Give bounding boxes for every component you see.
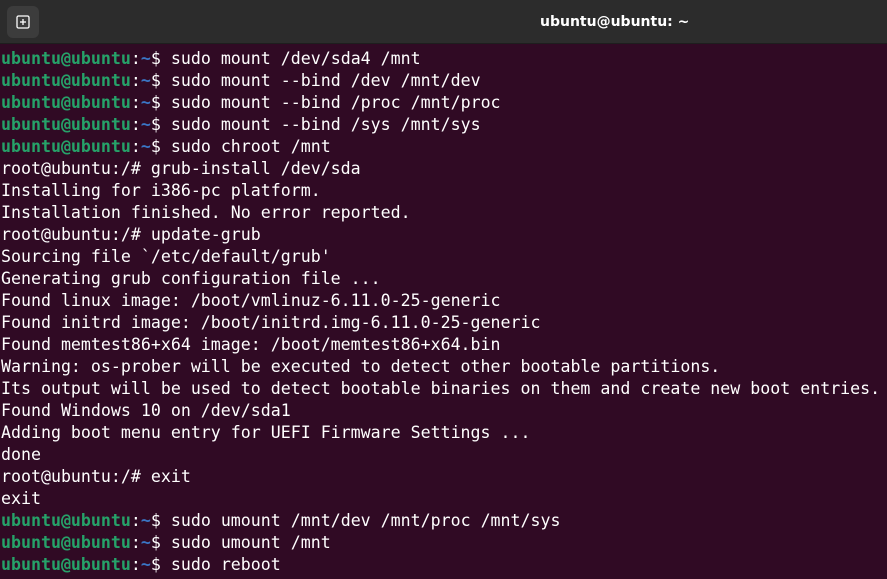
output-text: Found initrd image: /boot/initrd.img-6.1… <box>1 313 541 332</box>
output-text: Installing for i386-pc platform. <box>1 181 321 200</box>
prompt-colon: : <box>130 71 141 90</box>
terminal-line: exit <box>1 488 887 510</box>
prompt-symbol: $ <box>150 555 161 574</box>
output-text: root@ubuntu:/# exit <box>1 467 191 486</box>
command-text: sudo mount --bind /sys /mnt/sys <box>160 115 481 134</box>
terminal-line: Found Windows 10 on /dev/sda1 <box>1 400 887 422</box>
prompt-user: ubuntu@ubuntu <box>1 49 131 68</box>
prompt-symbol: $ <box>150 71 161 90</box>
prompt-colon: : <box>130 555 141 574</box>
output-text: Found Windows 10 on /dev/sda1 <box>1 401 291 420</box>
command-text: sudo mount /dev/sda4 /mnt <box>160 49 421 68</box>
output-text: Installation finished. No error reported… <box>1 203 411 222</box>
prompt-symbol: $ <box>150 533 161 552</box>
prompt-colon: : <box>130 533 141 552</box>
output-text: Found linux image: /boot/vmlinuz-6.11.0-… <box>1 291 501 310</box>
terminal-line: ubuntu@ubuntu:~$ sudo mount /dev/sda4 /m… <box>1 48 887 70</box>
prompt-user: ubuntu@ubuntu <box>1 511 131 530</box>
terminal-line: Found linux image: /boot/vmlinuz-6.11.0-… <box>1 290 887 312</box>
terminal-output[interactable]: ubuntu@ubuntu:~$ sudo mount /dev/sda4 /m… <box>0 44 887 579</box>
command-text: sudo umount /mnt <box>160 533 331 552</box>
terminal-line: Found memtest86+x64 image: /boot/memtest… <box>1 334 887 356</box>
prompt-colon: : <box>130 137 141 156</box>
prompt-symbol: $ <box>150 511 161 530</box>
terminal-line: ubuntu@ubuntu:~$ sudo umount /mnt <box>1 532 887 554</box>
output-text: Sourcing file `/etc/default/grub' <box>1 247 331 266</box>
output-text: done <box>1 445 41 464</box>
prompt-user: ubuntu@ubuntu <box>1 555 131 574</box>
terminal-line: Its output will be used to detect bootab… <box>1 378 887 400</box>
prompt-path: ~ <box>140 71 151 90</box>
command-text: sudo chroot /mnt <box>160 137 331 156</box>
terminal-line: root@ubuntu:/# update-grub <box>1 224 887 246</box>
prompt-path: ~ <box>140 511 151 530</box>
prompt-symbol: $ <box>150 49 161 68</box>
output-text: Found memtest86+x64 image: /boot/memtest… <box>1 335 501 354</box>
command-text: sudo mount --bind /dev /mnt/dev <box>160 71 481 90</box>
prompt-user: ubuntu@ubuntu <box>1 137 131 156</box>
terminal-line: ubuntu@ubuntu:~$ sudo mount --bind /dev … <box>1 70 887 92</box>
prompt-path: ~ <box>140 115 151 134</box>
terminal-line: Installation finished. No error reported… <box>1 202 887 224</box>
command-text: sudo reboot <box>160 555 281 574</box>
command-text: sudo umount /mnt/dev /mnt/proc /mnt/sys <box>160 511 561 530</box>
terminal-line: root@ubuntu:/# exit <box>1 466 887 488</box>
prompt-colon: : <box>130 93 141 112</box>
title-bar: ubuntu@ubuntu: ~ <box>0 0 887 44</box>
prompt-colon: : <box>130 115 141 134</box>
terminal-line: Sourcing file `/etc/default/grub' <box>1 246 887 268</box>
prompt-colon: : <box>130 511 141 530</box>
terminal-line: Installing for i386-pc platform. <box>1 180 887 202</box>
prompt-symbol: $ <box>150 115 161 134</box>
output-text: root@ubuntu:/# grub-install /dev/sda <box>1 159 361 178</box>
terminal-line: root@ubuntu:/# grub-install /dev/sda <box>1 158 887 180</box>
prompt-path: ~ <box>140 49 151 68</box>
output-text: Generating grub configuration file ... <box>1 269 381 288</box>
prompt-symbol: $ <box>150 93 161 112</box>
terminal-line: ubuntu@ubuntu:~$ sudo mount --bind /proc… <box>1 92 887 114</box>
prompt-path: ~ <box>140 137 151 156</box>
prompt-path: ~ <box>140 533 151 552</box>
terminal-line: Generating grub configuration file ... <box>1 268 887 290</box>
terminal-line: Warning: os-prober will be executed to d… <box>1 356 887 378</box>
prompt-user: ubuntu@ubuntu <box>1 71 131 90</box>
prompt-symbol: $ <box>150 137 161 156</box>
output-text: Warning: os-prober will be executed to d… <box>1 357 721 376</box>
terminal-line: Adding boot menu entry for UEFI Firmware… <box>1 422 887 444</box>
output-text: root@ubuntu:/# update-grub <box>1 225 261 244</box>
terminal-line: ubuntu@ubuntu:~$ sudo chroot /mnt <box>1 136 887 158</box>
terminal-window: ubuntu@ubuntu: ~ ubuntu@ubuntu:~$ sudo m… <box>0 0 887 579</box>
output-text: Its output will be used to detect bootab… <box>1 379 881 398</box>
prompt-colon: : <box>130 49 141 68</box>
terminal-line: done <box>1 444 887 466</box>
prompt-path: ~ <box>140 555 151 574</box>
terminal-line: ubuntu@ubuntu:~$ sudo mount --bind /sys … <box>1 114 887 136</box>
prompt-user: ubuntu@ubuntu <box>1 533 131 552</box>
window-title: ubuntu@ubuntu: ~ <box>540 14 690 30</box>
prompt-path: ~ <box>140 93 151 112</box>
terminal-line: ubuntu@ubuntu:~$ sudo umount /mnt/dev /m… <box>1 510 887 532</box>
terminal-line: ubuntu@ubuntu:~$ sudo reboot <box>1 554 887 576</box>
output-text: exit <box>1 489 41 508</box>
prompt-user: ubuntu@ubuntu <box>1 115 131 134</box>
command-text: sudo mount --bind /proc /mnt/proc <box>160 93 501 112</box>
output-text: Adding boot menu entry for UEFI Firmware… <box>1 423 531 442</box>
prompt-user: ubuntu@ubuntu <box>1 93 131 112</box>
terminal-line: Found initrd image: /boot/initrd.img-6.1… <box>1 312 887 334</box>
